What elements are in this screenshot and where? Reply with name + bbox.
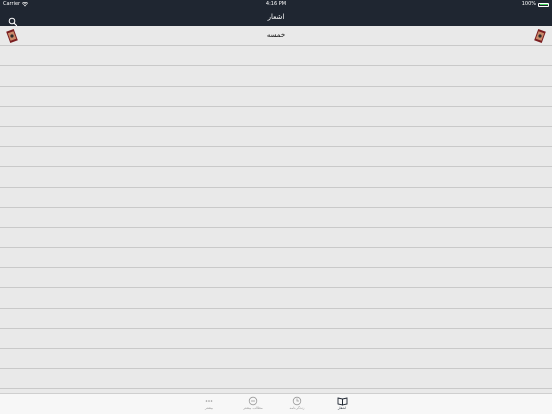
list-item-khamseh[interactable]: خمسه bbox=[0, 26, 552, 47]
tab-biography-label: زندگی‌نامه bbox=[289, 406, 305, 410]
tab-poems-label: اشعار bbox=[337, 406, 347, 410]
extra-content-icon bbox=[248, 396, 258, 406]
list-item-title bbox=[0, 349, 552, 368]
tab-extra-content[interactable]: مطالب بیشتر bbox=[233, 396, 273, 414]
biography-icon bbox=[292, 396, 302, 406]
list-item-title bbox=[0, 188, 552, 207]
list-item-title bbox=[0, 147, 552, 166]
list-item-title bbox=[0, 248, 552, 267]
status-right: 100% bbox=[522, 0, 549, 9]
list-item[interactable] bbox=[0, 46, 552, 67]
list-item[interactable] bbox=[0, 309, 552, 329]
list-item[interactable] bbox=[0, 208, 552, 228]
list-item-title bbox=[0, 369, 552, 388]
list-item[interactable] bbox=[0, 66, 552, 87]
list-item-title bbox=[0, 127, 552, 146]
list-item-title bbox=[0, 107, 552, 126]
ornament-icon bbox=[534, 28, 546, 44]
tab-poems[interactable]: اشعار bbox=[322, 396, 362, 414]
battery-percent: 100% bbox=[521, 1, 536, 7]
list-item-title bbox=[0, 46, 552, 65]
tab-extra-content-label: مطالب بیشتر bbox=[243, 406, 263, 410]
list-item[interactable] bbox=[0, 329, 552, 349]
more-icon bbox=[205, 400, 213, 402]
list-item-title bbox=[0, 268, 552, 287]
poems-list: خمسه bbox=[0, 26, 552, 393]
list-item[interactable] bbox=[0, 349, 552, 370]
list-item-title: خمسه bbox=[266, 31, 286, 39]
tab-bar: بیشتر مطالب بیشتر زندگی‌نامه اشعار bbox=[0, 393, 552, 414]
list-item[interactable] bbox=[0, 107, 552, 127]
list-item-title bbox=[0, 66, 552, 85]
list-item[interactable] bbox=[0, 268, 552, 289]
navigation-bar: اشعار bbox=[0, 9, 552, 27]
page-title: اشعار bbox=[267, 13, 285, 21]
list-item-title bbox=[0, 288, 552, 307]
status-time: 4:16 PM bbox=[265, 1, 287, 7]
list-item-title bbox=[0, 228, 552, 247]
list-item-title bbox=[0, 167, 552, 186]
status-bar: Carrier 4:16 PM 100% bbox=[0, 0, 552, 9]
list-item-title bbox=[0, 87, 552, 106]
list-item[interactable] bbox=[0, 87, 552, 107]
tab-more[interactable]: بیشتر bbox=[189, 396, 229, 414]
tab-biography[interactable]: زندگی‌نامه bbox=[277, 396, 317, 414]
tab-more-label: بیشتر bbox=[204, 406, 214, 410]
list-item[interactable] bbox=[0, 127, 552, 148]
list-item[interactable] bbox=[0, 288, 552, 309]
list-item[interactable] bbox=[0, 369, 552, 390]
list-item-title bbox=[0, 329, 552, 348]
list-item[interactable] bbox=[0, 188, 552, 208]
list-item-title bbox=[0, 309, 552, 328]
list-item[interactable] bbox=[0, 248, 552, 269]
list-item[interactable] bbox=[0, 228, 552, 249]
book-icon bbox=[337, 397, 347, 406]
list-item[interactable] bbox=[0, 167, 552, 188]
battery-icon bbox=[538, 2, 549, 7]
list-item-title bbox=[0, 208, 552, 227]
list-item[interactable] bbox=[0, 147, 552, 168]
